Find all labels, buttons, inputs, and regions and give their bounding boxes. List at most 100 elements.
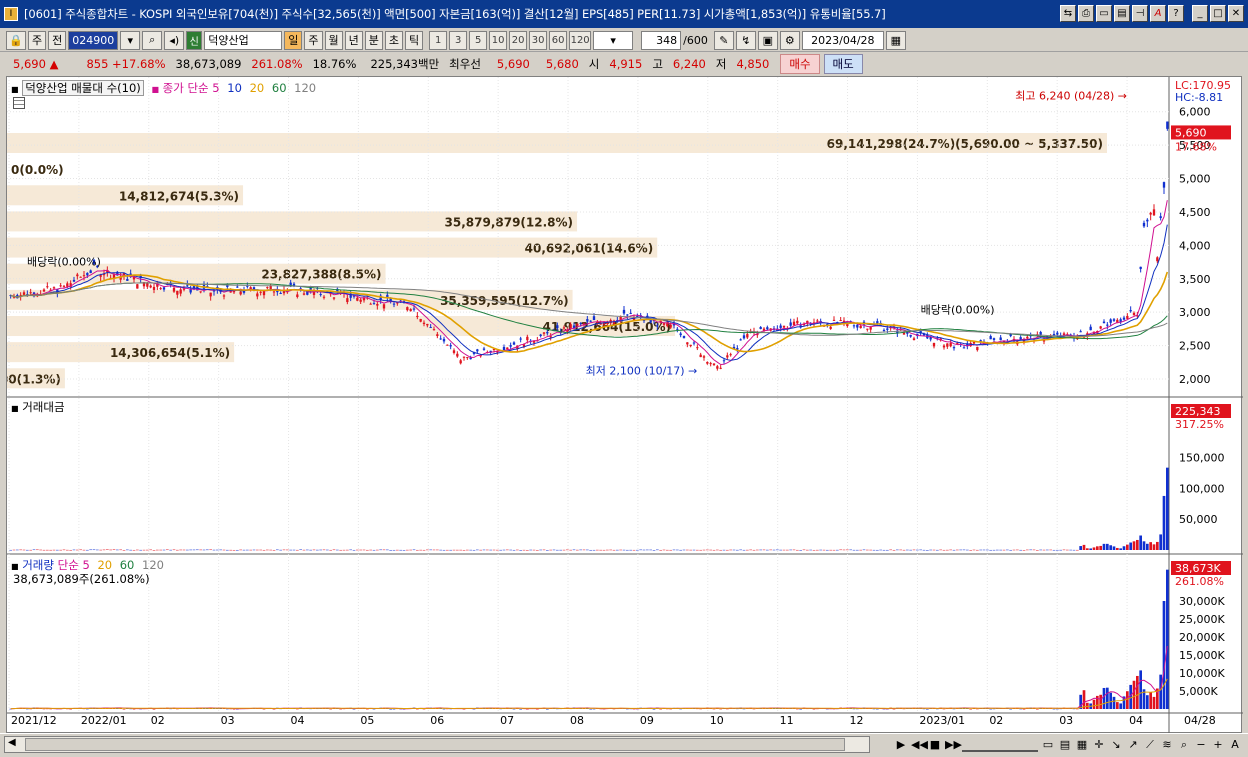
tab-tick[interactable]: 틱 [405,30,424,50]
legend-ma20[interactable]: 20 [250,81,265,95]
minimize-button[interactable]: _ [1192,5,1208,22]
draw-icon[interactable]: ↗ [1126,737,1140,752]
amount-bar [799,549,802,551]
tab-minute[interactable]: 분 [364,30,383,50]
legend-ma[interactable]: 종가 단순 [163,81,209,95]
help-icon[interactable]: ? [1168,5,1184,22]
legend-stock[interactable]: 덕양산업 매물대 수(10) [22,80,144,96]
chevron-down-icon[interactable]: ▾ [120,30,141,50]
search-icon[interactable]: ⌕ [142,30,163,50]
grid-icon[interactable] [13,97,25,109]
candle-body [346,298,349,303]
lock-icon[interactable]: 🔒 [6,30,26,50]
crosshair-icon[interactable]: ✛ [1092,737,1106,752]
play-icon[interactable]: ▶ [894,737,908,752]
tab-week[interactable]: 주 [304,30,323,50]
interval-3[interactable]: 3 [449,30,468,50]
turnover-rate: 18.76% [312,57,357,71]
amount-name[interactable]: 거래대금 [22,400,64,414]
interval-5[interactable]: 5 [469,30,488,50]
amount-bar [476,549,479,551]
interval-60[interactable]: 60 [549,30,568,50]
pin-icon[interactable]: ⊣ [1132,5,1148,22]
interval-20[interactable]: 20 [509,30,528,50]
amount-last-pct: 317.25% [1175,418,1224,431]
amount-bar [122,549,126,551]
legend-ma60[interactable]: 60 [272,81,287,95]
link-icon[interactable]: ⇆ [1060,5,1076,22]
zoom-icon[interactable]: ⌕ [1177,737,1191,752]
amount-bar [1072,549,1076,551]
legend-ma5[interactable]: 5 [212,81,219,95]
close-button[interactable]: ✕ [1228,5,1244,22]
print-icon[interactable]: ⎙ [1078,5,1094,22]
amount-bar [276,549,279,551]
maximize-button[interactable]: □ [1210,5,1226,22]
calendar-icon[interactable]: ▦ [885,30,906,50]
amount-bar [499,549,502,551]
candle-body [696,347,699,349]
interval-30[interactable]: 30 [529,30,548,50]
interval-120[interactable]: 120 [569,30,592,50]
split-icon[interactable]: ▤ [1114,5,1130,22]
plus-icon[interactable]: + [1211,737,1225,752]
layout-icon[interactable]: ▭ [1041,737,1055,752]
stop-icon[interactable]: ■ [928,737,942,752]
save-icon[interactable]: ▣ [757,30,778,50]
candle-body [52,287,56,289]
amount-bar [432,549,436,551]
candle-body [446,344,449,346]
candle-body [1166,121,1169,129]
sell-button[interactable]: 매도 [823,54,863,74]
fib-icon[interactable]: ≋ [1160,737,1174,752]
tab-year[interactable]: 년 [344,30,363,50]
date-input[interactable]: 2023/04/28 [801,30,884,50]
trendline-icon[interactable]: ↘ [1109,737,1123,752]
amount-bar [39,549,42,551]
tab-day[interactable]: 일 [284,30,303,50]
scroll-left-icon[interactable]: ◀ [8,737,16,748]
interval-10[interactable]: 10 [489,30,508,50]
interval-dropdown[interactable]: ▾ [593,30,634,50]
speaker-icon[interactable]: ◂) [164,30,185,50]
gear-icon[interactable]: ⚙ [779,30,800,50]
buy-button[interactable]: 매수 [780,54,820,74]
chart-area[interactable]: 69,141,298(24.7%)(5,690.00 ~ 5,337.50) 0(… [6,76,1243,734]
last-price-label: 5,690 [1175,126,1207,139]
zoom-slider[interactable] [962,737,1038,752]
ask-price: 5,690 [496,57,530,71]
tab-month[interactable]: 월 [324,30,343,50]
window-icon[interactable]: ▭ [1096,5,1112,22]
pencil-icon[interactable]: ✎ [713,30,734,50]
volume-ma20[interactable]: 20 [97,558,112,572]
legend-ma10[interactable]: 10 [227,81,242,95]
chart-scrollbar[interactable]: ◀ [4,736,870,753]
interval-1[interactable]: 1 [429,30,448,50]
amount-bar [862,549,866,551]
candle-body [816,320,819,322]
rewind-icon[interactable]: ◀◀ [911,737,928,752]
code-input[interactable]: 024900 [68,30,119,50]
minus-icon[interactable]: − [1194,737,1208,752]
line-icon[interactable]: ⟋ [1143,737,1157,752]
volume-ma60[interactable]: 60 [120,558,135,572]
amount-bar [682,549,686,551]
chart-icon[interactable]: ↯ [735,30,756,50]
layout3-icon[interactable]: ▦ [1075,737,1089,752]
font-icon[interactable]: A [1150,5,1166,22]
layout2-icon[interactable]: ▤ [1058,737,1072,752]
volume-bar [546,708,549,710]
volume-ma[interactable]: 단순 [58,558,79,572]
legend-ma120[interactable]: 120 [294,81,316,95]
volume-name[interactable]: 거래량 [22,558,54,572]
count-input[interactable]: 348 [641,30,682,50]
market-select[interactable]: 주 [28,30,47,50]
forward-icon[interactable]: ▶▶ [945,737,962,752]
volume-ma5[interactable]: 5 [82,558,89,572]
prev-button[interactable]: 전 [48,30,67,50]
scroll-thumb[interactable] [25,738,845,751]
text-icon[interactable]: A [1228,737,1242,752]
amount-bar [819,549,822,551]
tab-second[interactable]: 초 [384,30,403,50]
volume-ma120[interactable]: 120 [142,558,164,572]
